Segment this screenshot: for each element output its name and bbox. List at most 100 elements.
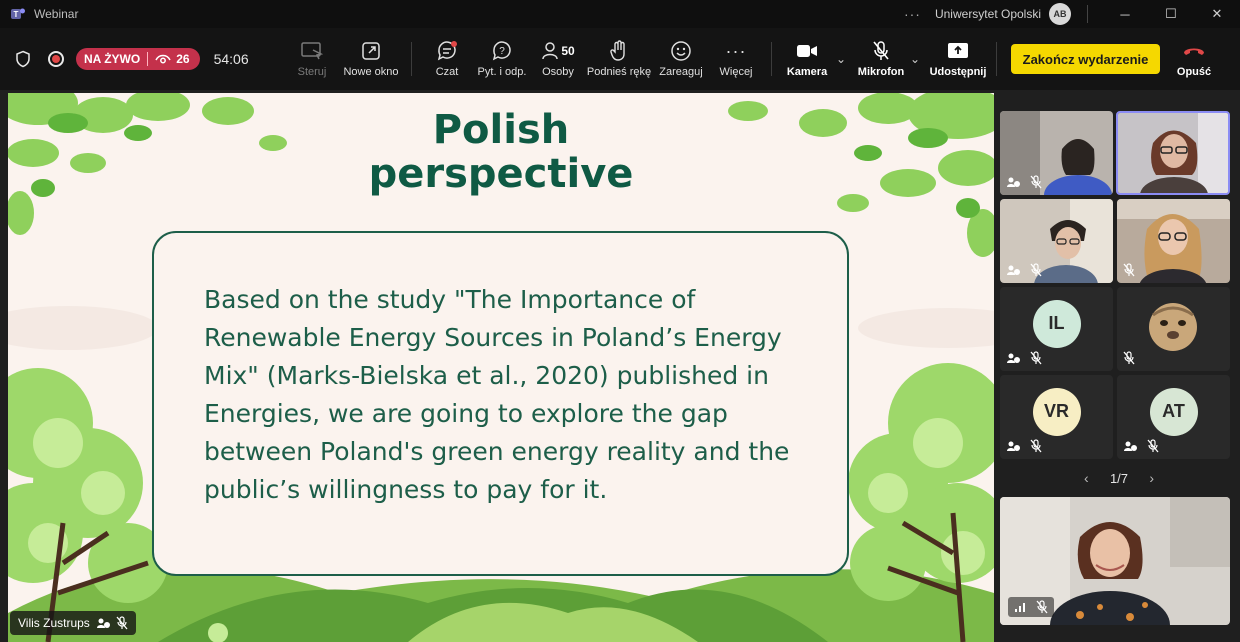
self-video-tile[interactable] xyxy=(1000,497,1230,625)
participant-video-tile[interactable] xyxy=(1117,199,1230,283)
mic-muted-icon xyxy=(1030,175,1042,189)
participant-info-icon xyxy=(1007,177,1020,187)
raise-hand-button[interactable]: Podnieś rękę xyxy=(586,28,652,90)
meeting-timer: 54:06 xyxy=(213,51,249,67)
live-label: NA ŻYWO xyxy=(84,52,141,66)
leave-button[interactable]: Opuść xyxy=(1177,28,1211,90)
people-button[interactable]: 50 Osoby xyxy=(540,28,576,90)
slide-title-line1: Polish xyxy=(432,107,570,153)
slide-body-text: Based on the study "The Importance of Re… xyxy=(204,285,790,504)
more-options-icon[interactable]: ··· xyxy=(904,6,921,22)
viewer-count: 26 xyxy=(176,52,190,66)
control-label: Steruj xyxy=(297,66,327,78)
close-window-button[interactable]: ✕ xyxy=(1194,0,1240,28)
mic-muted-icon xyxy=(1030,439,1042,453)
qa-button[interactable]: ? Pyt. i odp. xyxy=(478,28,526,90)
mic-muted-icon xyxy=(1147,439,1159,453)
ellipsis-icon: ··· xyxy=(725,40,747,61)
chat-button[interactable]: Czat xyxy=(432,28,462,90)
page-indicator: 1/7 xyxy=(1109,470,1129,486)
shared-slide: Polish perspective Based on the study "T… xyxy=(8,93,994,642)
participant-video-tile-active-speaker[interactable] xyxy=(1116,111,1230,195)
raise-hand-label: Podnieś rękę xyxy=(586,66,652,78)
live-badge[interactable]: NA ŻYWO 26 xyxy=(76,48,200,70)
participant-info-icon xyxy=(1007,441,1020,451)
toolbar-separator xyxy=(411,42,412,76)
viewers-icon xyxy=(155,54,171,64)
mic-muted-icon xyxy=(116,616,128,630)
mic-muted-icon xyxy=(1123,263,1135,277)
recording-icon xyxy=(48,51,64,67)
smiley-icon xyxy=(671,41,691,61)
participant-video-tile[interactable] xyxy=(1000,111,1113,195)
popout-icon xyxy=(362,42,380,60)
react-button[interactable]: Zareaguj xyxy=(659,28,703,90)
camera-button[interactable]: Kamera xyxy=(786,28,828,90)
previous-page-chevron-icon[interactable]: ‹ xyxy=(1084,470,1089,486)
participant-info-icon xyxy=(1007,265,1020,275)
gallery-pager: ‹ 1/7 › xyxy=(1084,470,1154,486)
participant-initials-avatar: IL xyxy=(1032,299,1081,348)
hang-up-icon xyxy=(1184,48,1204,55)
mic-muted-icon xyxy=(1036,600,1048,614)
toolbar-separator xyxy=(996,42,997,76)
mic-muted-icon xyxy=(1030,263,1042,277)
slide-title-line2: perspective xyxy=(368,151,634,197)
svg-text:T: T xyxy=(14,10,19,19)
svg-text:?: ? xyxy=(499,46,505,57)
participant-initials-tile[interactable]: VR xyxy=(1000,375,1113,459)
microphone-label: Mikrofon xyxy=(857,66,905,78)
mic-muted-icon xyxy=(873,41,889,60)
more-label: Więcej xyxy=(719,66,753,78)
new-window-label: Nowe okno xyxy=(343,66,399,78)
people-count: 50 xyxy=(561,44,575,58)
new-window-button[interactable]: Nowe okno xyxy=(343,28,399,90)
chat-label: Czat xyxy=(435,66,459,78)
user-avatar[interactable]: AB xyxy=(1049,3,1071,25)
react-label: Zareaguj xyxy=(659,66,703,78)
mic-muted-icon xyxy=(1123,351,1135,365)
chat-icon xyxy=(437,41,457,61)
more-button[interactable]: ··· Więcej xyxy=(719,28,753,90)
pointer-screen-icon xyxy=(301,42,323,60)
people-icon xyxy=(542,42,559,60)
people-label: Osoby xyxy=(542,66,574,78)
meeting-toolbar: NA ŻYWO 26 54:06 Steruj Nowe okno Czat ?… xyxy=(0,28,1240,90)
signal-strength-icon xyxy=(1015,603,1025,612)
organization-name: Uniwersytet Opolski xyxy=(934,7,1041,21)
window-title: Webinar xyxy=(34,7,79,21)
minimize-button[interactable]: ─ xyxy=(1102,0,1148,28)
title-separator xyxy=(1087,5,1088,23)
mic-options-chevron-icon[interactable]: ⌄ xyxy=(910,52,920,66)
participant-info-icon xyxy=(96,618,110,628)
qa-icon: ? xyxy=(492,41,511,61)
camera-label: Kamera xyxy=(786,66,828,78)
toolbar-separator xyxy=(771,42,772,76)
qa-label: Pyt. i odp. xyxy=(477,66,527,78)
participant-initials-avatar: VR xyxy=(1032,387,1081,436)
microphone-button[interactable]: Mikrofon xyxy=(858,28,904,90)
share-label: Udostępnij xyxy=(929,66,987,78)
title-bar: T Webinar ··· Uniwersytet Opolski AB ─ ☐… xyxy=(0,0,1240,28)
presenter-name: Vilis Zustrups xyxy=(18,616,90,630)
control-button[interactable]: Steruj xyxy=(296,28,328,90)
participant-initials-tile[interactable]: IL xyxy=(1000,287,1113,371)
share-screen-icon xyxy=(948,43,968,58)
participant-initials-avatar: AT xyxy=(1149,387,1198,436)
participant-info-icon xyxy=(1007,353,1020,363)
camera-options-chevron-icon[interactable]: ⌄ xyxy=(836,52,846,66)
end-event-button[interactable]: Zakończ wydarzenie xyxy=(1011,44,1160,74)
participant-video-tile[interactable] xyxy=(1000,199,1113,283)
maximize-button[interactable]: ☐ xyxy=(1148,0,1194,28)
participant-video xyxy=(1118,113,1228,193)
hand-icon xyxy=(610,40,625,61)
camera-icon xyxy=(797,45,817,57)
participant-initials-tile[interactable]: AT xyxy=(1117,375,1230,459)
next-page-chevron-icon[interactable]: › xyxy=(1149,470,1154,486)
participant-photo-tile[interactable] xyxy=(1117,287,1230,371)
leave-label: Opuść xyxy=(1176,66,1212,78)
slide-text-box: Based on the study "The Importance of Re… xyxy=(152,231,849,576)
shield-icon[interactable] xyxy=(14,50,32,68)
presenter-name-tag: Vilis Zustrups xyxy=(10,611,136,635)
share-button[interactable]: Udostępnij xyxy=(929,28,987,90)
